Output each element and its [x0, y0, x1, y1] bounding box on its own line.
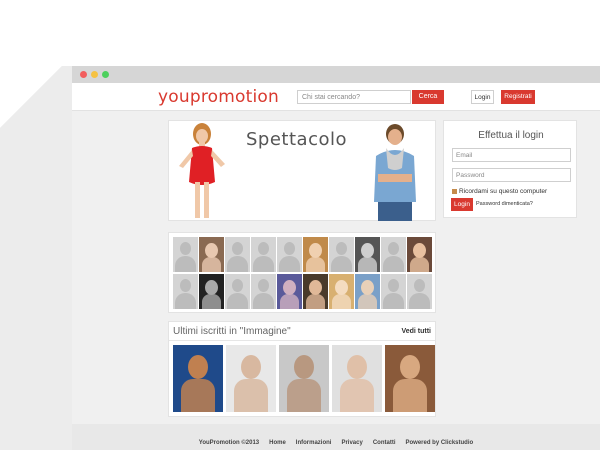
member-placeholder-icon[interactable] — [381, 274, 406, 309]
footer-link: YouPromotion ©2013 — [198, 440, 260, 446]
man-blue-shirt-photo — [374, 124, 416, 221]
login-submit-button[interactable]: Login — [451, 198, 473, 211]
hero-banner[interactable]: Spettacolo — [168, 120, 436, 221]
register-button[interactable]: Registrati — [501, 90, 535, 104]
remember-me-label: Ricordami su questo computer — [459, 188, 548, 195]
maximize-dot-icon[interactable] — [102, 71, 109, 78]
checkbox-icon[interactable] — [452, 188, 457, 194]
window-chrome — [72, 66, 600, 83]
recent-member-photo[interactable] — [332, 345, 382, 412]
member-placeholder-icon[interactable] — [225, 237, 250, 272]
member-placeholder-icon[interactable] — [277, 237, 302, 272]
close-dot-icon[interactable] — [80, 71, 87, 78]
login-panel: Effettua il login Email Password Ricorda… — [443, 120, 577, 218]
hero-title: Spettacolo — [246, 129, 347, 150]
footer-link[interactable]: Home — [269, 440, 286, 446]
member-placeholder-icon[interactable] — [381, 237, 406, 272]
member-photo-thumb[interactable] — [329, 274, 354, 309]
login-title: Effettua il login — [478, 130, 544, 141]
recent-member-photo[interactable] — [279, 345, 329, 412]
woman-red-dress-photo — [179, 123, 225, 218]
login-button[interactable]: Login — [471, 90, 494, 104]
footer-link[interactable]: Powered by Clickstudio — [406, 440, 474, 446]
browser-window: youpromotion Chi stai cercando? Cerca Lo… — [72, 66, 600, 450]
member-photo-thumb[interactable] — [199, 237, 224, 272]
member-photo-thumb[interactable] — [355, 274, 380, 309]
member-placeholder-icon[interactable] — [251, 237, 276, 272]
recent-member-photo[interactable] — [226, 345, 276, 412]
recent-member-photo[interactable] — [173, 345, 223, 412]
member-placeholder-icon[interactable] — [173, 274, 198, 309]
footer: YouPromotion ©2013 Home Informazioni Privac… — [72, 424, 600, 450]
search-button[interactable]: Cerca — [412, 90, 444, 104]
site-logo[interactable]: youpromotion — [158, 87, 279, 107]
minimize-dot-icon[interactable] — [91, 71, 98, 78]
member-placeholder-icon[interactable] — [225, 274, 250, 309]
divider — [169, 340, 435, 341]
top-navbar: youpromotion Chi stai cercando? Cerca Lo… — [72, 83, 600, 111]
recent-members-panel: Ultimi iscritti in "Immagine" Vedi tutti — [168, 321, 436, 417]
member-placeholder-icon[interactable] — [329, 237, 354, 272]
footer-link[interactable]: Informazioni — [296, 440, 332, 446]
member-photo-thumb[interactable] — [199, 274, 224, 309]
footer-link[interactable]: Privacy — [341, 440, 362, 446]
member-photo-thumb[interactable] — [303, 274, 328, 309]
view-all-link[interactable]: Vedi tutti — [401, 328, 431, 335]
member-photo-thumb[interactable] — [303, 237, 328, 272]
member-photo-thumb[interactable] — [355, 237, 380, 272]
member-photo-thumb[interactable] — [277, 274, 302, 309]
email-field[interactable]: Email — [452, 148, 571, 162]
member-placeholder-icon[interactable] — [251, 274, 276, 309]
recent-member-photo[interactable] — [385, 345, 435, 412]
member-placeholder-icon[interactable] — [173, 237, 198, 272]
member-photo-thumb[interactable] — [407, 237, 432, 272]
recent-title: Ultimi iscritti in "Immagine" — [173, 326, 291, 337]
remember-me-checkbox[interactable]: Ricordami su questo computer — [452, 188, 547, 195]
footer-link[interactable]: Contatti — [373, 440, 396, 446]
footer-links: YouPromotion ©2013 Home Informazioni Privac… — [72, 440, 600, 446]
member-placeholder-icon[interactable] — [407, 274, 432, 309]
members-grid — [168, 232, 436, 313]
search-input[interactable]: Chi stai cercando? — [297, 90, 411, 104]
forgot-password-link[interactable]: Password dimenticata? — [476, 201, 533, 207]
password-field[interactable]: Password — [452, 168, 571, 182]
